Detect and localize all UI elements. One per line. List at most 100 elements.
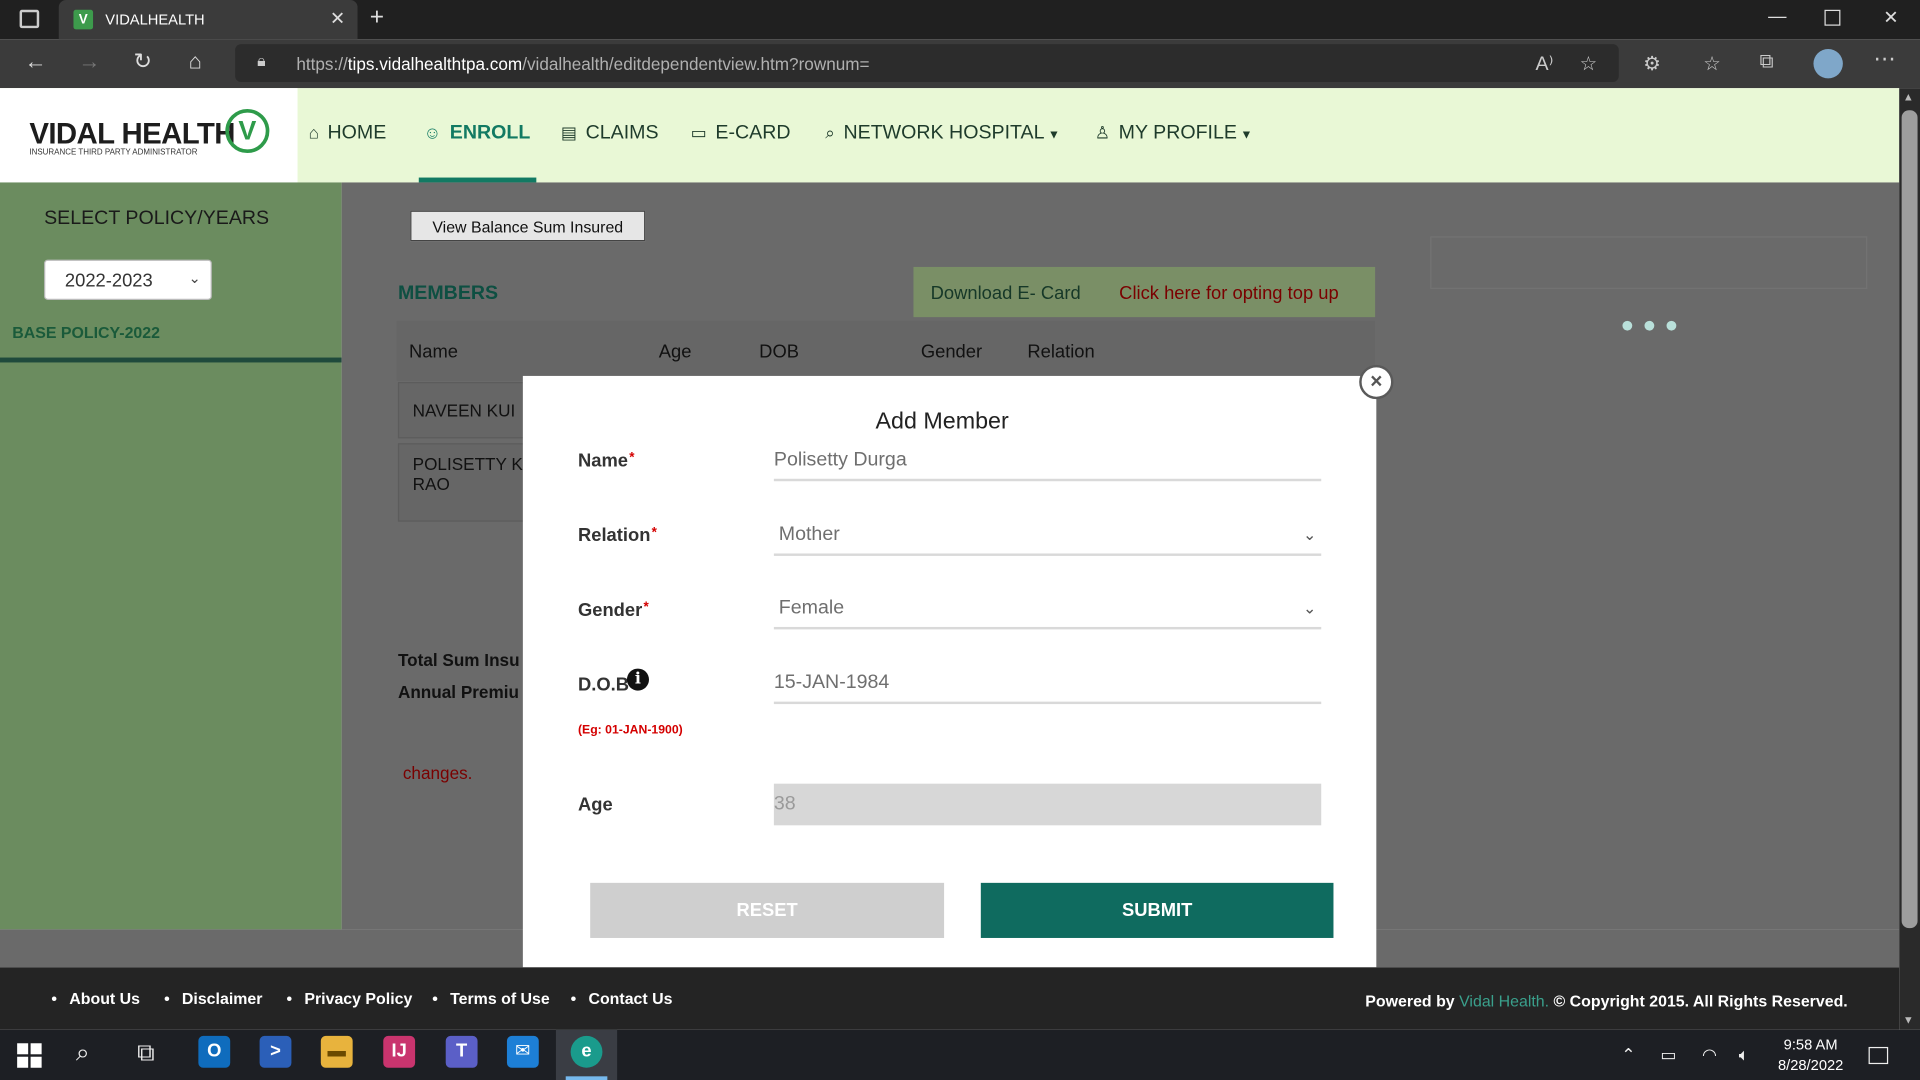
footer-brand-link[interactable]: Vidal Health. bbox=[1459, 992, 1549, 1010]
start-icon[interactable] bbox=[17, 1043, 42, 1068]
vidal-favicon-icon: V bbox=[73, 9, 94, 30]
active-app-indicator bbox=[565, 1076, 608, 1080]
close-icon[interactable]: × bbox=[1359, 364, 1394, 400]
sidebar-divider bbox=[0, 357, 342, 363]
favorites-icon[interactable]: ☆ bbox=[1703, 51, 1721, 75]
lock-icon: 🔒︎ bbox=[257, 51, 266, 70]
footer-link-about[interactable]: About Us bbox=[51, 989, 140, 1007]
col-dob: DOB bbox=[759, 341, 799, 363]
task-view-icon[interactable]: ⧉ bbox=[137, 1040, 154, 1068]
footer-link-privacy[interactable]: Privacy Policy bbox=[287, 989, 412, 1007]
restore-icon[interactable] bbox=[1824, 9, 1841, 26]
new-tab-icon[interactable]: + bbox=[370, 4, 384, 32]
address-bar[interactable]: 🔒︎ https://tips.vidalhealthtpa.com/vidal… bbox=[235, 44, 1619, 83]
topup-link[interactable]: Click here for opting top up bbox=[1119, 283, 1339, 304]
name-field[interactable]: Polisetty Durga bbox=[773, 444, 1322, 482]
nav-home[interactable]: ⌂ HOME bbox=[309, 122, 387, 144]
wifi-icon[interactable]: ◠ bbox=[1702, 1044, 1717, 1065]
nav-my-profile[interactable]: ♙ MY PROFILE ▼ bbox=[1095, 122, 1253, 144]
policy-years-title: SELECT POLICY/YEARS bbox=[44, 208, 270, 229]
tab-actions-icon[interactable] bbox=[19, 9, 40, 29]
forward-icon[interactable]: → bbox=[78, 49, 100, 75]
annual-premium-label: Annual Premiu bbox=[397, 682, 519, 702]
loading-spinner bbox=[1622, 315, 1688, 337]
document-icon: ▤ bbox=[560, 122, 578, 143]
table-row[interactable]: POLISETTY K RAO bbox=[397, 443, 526, 522]
total-sum-label: Total Sum Insu bbox=[397, 650, 520, 670]
chevron-down-icon: ⌄ bbox=[1302, 598, 1317, 618]
file-explorer-icon[interactable]: ▬ bbox=[320, 1035, 353, 1068]
taskbar-clock[interactable]: 9:58 AM 8/28/2022 bbox=[1778, 1035, 1843, 1077]
outlook-icon[interactable]: O bbox=[198, 1035, 231, 1068]
download-ecard-link[interactable]: Download E- Card bbox=[931, 283, 1081, 304]
policy-year-select[interactable]: 2022-2023 ⌄ bbox=[44, 259, 212, 301]
user-icon: ♙ bbox=[1094, 122, 1111, 143]
table-row[interactable]: NAVEEN KUI bbox=[397, 382, 526, 439]
modal-title: Add Member bbox=[875, 408, 1009, 435]
refresh-icon[interactable]: ↻ bbox=[133, 49, 151, 75]
extensions-icon[interactable]: ⚙ bbox=[1643, 51, 1661, 75]
view-balance-button[interactable]: View Balance Sum Insured bbox=[410, 210, 646, 242]
tray-overflow-icon[interactable]: ⌃ bbox=[1621, 1044, 1635, 1065]
chevron-down-icon: ⌄ bbox=[1302, 525, 1317, 544]
base-policy-link[interactable]: BASE POLICY-2022 bbox=[12, 323, 160, 341]
age-label: Age bbox=[577, 794, 613, 816]
read-aloud-icon[interactable]: A⁾ bbox=[1536, 51, 1554, 75]
tab-title: VIDALHEALTH bbox=[105, 11, 205, 29]
nav-claims[interactable]: ▤ CLAIMS bbox=[561, 122, 659, 144]
volume-icon[interactable]: 🔈︎ bbox=[1739, 1044, 1749, 1065]
home-icon[interactable]: ⌂ bbox=[189, 49, 202, 75]
footer-link-disclaimer[interactable]: Disclaimer bbox=[164, 989, 263, 1007]
tab-close-icon[interactable]: ✕ bbox=[330, 7, 345, 30]
scrollbar-thumb[interactable] bbox=[1901, 110, 1918, 929]
changes-note: changes. bbox=[402, 762, 473, 783]
users-icon: ☺ bbox=[423, 122, 442, 143]
scroll-up-icon[interactable]: ▲ bbox=[1903, 91, 1914, 103]
dob-format-hint: (Eg: 01-JAN-1900) bbox=[577, 723, 683, 738]
name-label: Name* bbox=[577, 450, 635, 472]
powershell-icon[interactable]: > bbox=[259, 1035, 292, 1068]
browser-tab[interactable]: V VIDALHEALTH ✕ bbox=[58, 0, 358, 40]
footer-link-terms[interactable]: Terms of Use bbox=[432, 989, 550, 1007]
scroll-down-icon[interactable]: ▼ bbox=[1903, 1014, 1914, 1026]
mail-icon[interactable]: ✉ bbox=[506, 1035, 539, 1068]
back-icon[interactable]: ← bbox=[24, 49, 46, 75]
nav-ecard[interactable]: ▭ E-CARD bbox=[691, 122, 791, 144]
battery-icon[interactable]: ▭ bbox=[1660, 1044, 1676, 1065]
logo-tagline: INSURANCE THIRD PARTY ADMINISTRATOR bbox=[29, 148, 198, 157]
dob-field[interactable]: 15-JAN-1984 bbox=[773, 667, 1322, 705]
card-icon: ▭ bbox=[690, 122, 707, 143]
nav-enroll[interactable]: ☺ ENROLL bbox=[424, 122, 531, 144]
relation-select[interactable]: Mother ⌄ bbox=[773, 519, 1322, 556]
submit-button[interactable]: SUBMIT bbox=[980, 882, 1334, 938]
copyright-text: Powered by Vidal Health. © Copyright 201… bbox=[1365, 991, 1848, 1011]
col-name: Name bbox=[408, 341, 458, 363]
gender-select[interactable]: Female ⌄ bbox=[773, 593, 1322, 630]
gender-label: Gender* bbox=[577, 600, 649, 621]
nav-network-hospital[interactable]: ⌕ NETWORK HOSPITAL ▼ bbox=[825, 122, 1060, 144]
home-nav-icon: ⌂ bbox=[308, 122, 319, 143]
url-text: https://tips.vidalhealthtpa.com/vidalhea… bbox=[296, 53, 870, 74]
intellij-icon[interactable]: IJ bbox=[383, 1035, 416, 1068]
footer-link-contact[interactable]: Contact Us bbox=[571, 989, 672, 1007]
col-gender: Gender bbox=[920, 341, 983, 363]
chevron-down-icon: ⌄ bbox=[188, 269, 201, 287]
teams-icon[interactable]: T bbox=[445, 1035, 478, 1068]
reset-button[interactable]: RESET bbox=[590, 882, 945, 938]
logo-text: VIDAL HEALTH bbox=[29, 117, 235, 151]
collections-icon[interactable]: ⧉ bbox=[1760, 51, 1774, 73]
members-table-header bbox=[396, 320, 1376, 381]
window-close-icon[interactable]: ✕ bbox=[1883, 6, 1898, 28]
edge-icon[interactable]: e bbox=[570, 1035, 603, 1068]
col-age: Age bbox=[658, 341, 692, 363]
more-menu-icon[interactable]: ⋯ bbox=[1873, 47, 1895, 73]
dob-label: D.O.B bbox=[577, 674, 629, 696]
taskbar-search-icon[interactable]: ⌕ bbox=[76, 1040, 90, 1068]
info-icon[interactable]: i bbox=[626, 668, 649, 691]
minimize-icon[interactable]: — bbox=[1768, 6, 1786, 27]
notifications-icon[interactable] bbox=[1868, 1046, 1889, 1065]
vidal-logo[interactable]: VIDAL HEALTH INSURANCE THIRD PARTY ADMIN… bbox=[0, 88, 298, 183]
add-favorite-icon[interactable]: ☆ bbox=[1580, 51, 1598, 75]
dropdown-caret-icon: ▼ bbox=[1044, 128, 1061, 143]
profile-avatar[interactable] bbox=[1813, 48, 1843, 79]
